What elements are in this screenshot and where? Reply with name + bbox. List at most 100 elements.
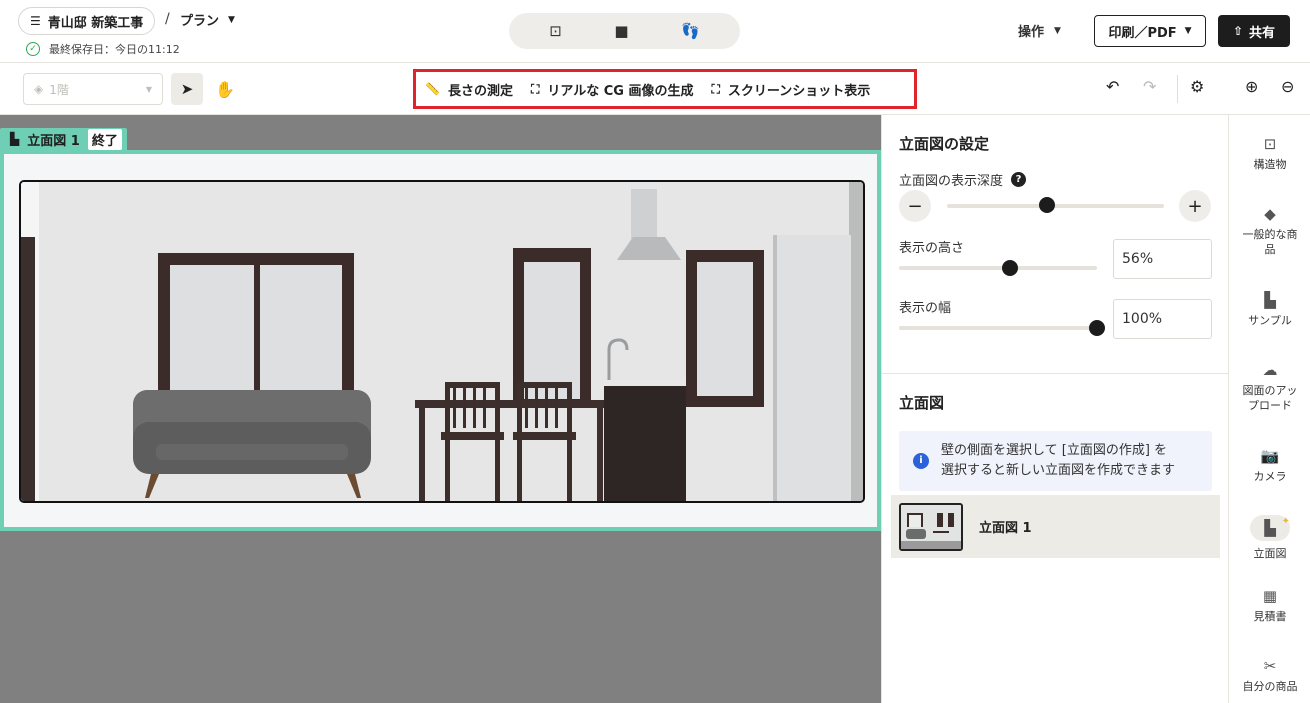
- breadcrumb-separator: /: [165, 11, 170, 27]
- elevation-thumbnail: [899, 502, 963, 551]
- zoom-out-icon[interactable]: ⊖: [1281, 77, 1294, 96]
- layers-icon: ◈: [34, 82, 44, 96]
- elevation-icon: ▙: [10, 132, 20, 146]
- menu-icon: ☰: [30, 14, 41, 28]
- elevation-tag-label: 立面図 1: [27, 133, 80, 149]
- hand-icon: ✋: [215, 79, 235, 99]
- chevron-down-icon: ▼: [145, 84, 152, 94]
- floor-select[interactable]: ◈ 1階 ▼: [23, 73, 163, 105]
- chevron-down-icon: ▼: [1184, 26, 1192, 36]
- plus-icon: +: [1187, 195, 1203, 217]
- info-icon: i: [913, 453, 929, 469]
- minus-icon: −: [907, 195, 923, 217]
- depth-slider-thumb[interactable]: [1038, 197, 1055, 213]
- panel-divider: [882, 373, 1229, 374]
- measure-button[interactable]: 📏 長さの測定: [425, 80, 513, 99]
- saved-text: 最終保存日：今日の11:12: [49, 43, 180, 56]
- rail-item-my-products[interactable]: ✂ 自分の商品: [1229, 659, 1310, 694]
- screenshot-label: スクリーンショット表示: [727, 83, 871, 99]
- check-circle-icon: ✓: [26, 42, 40, 56]
- height-value-field[interactable]: 56%: [1113, 239, 1212, 279]
- upload-cloud-icon: ☁: [1262, 361, 1278, 379]
- info-message: i 壁の側面を選択して [立面図の作成] を 選択すると新しい立面図を作成できま…: [899, 431, 1212, 491]
- plan-dropdown[interactable]: プラン ▼: [180, 10, 235, 29]
- cg-label: リアルな CG 画像の生成: [547, 83, 694, 99]
- project-menu-button[interactable]: ☰ 青山邸 新築工事: [18, 7, 156, 35]
- rail-item-structure[interactable]: ⊡ 構造物: [1229, 137, 1310, 172]
- ruler-icon: 📏: [425, 82, 440, 96]
- elevations-title: 立面図: [899, 394, 945, 412]
- height-slider-thumb[interactable]: [1001, 260, 1018, 276]
- elevation-illustration: [21, 182, 863, 501]
- select-tool-button[interactable]: ➤: [171, 73, 203, 105]
- generate-cg-button[interactable]: ⛶ リアルな CG 画像の生成: [531, 80, 694, 99]
- top-header: ☰ 青山邸 新築工事 / プラン ▼ ✓ 最終保存日：今日の11:12 ⊡ ■ …: [0, 0, 1310, 63]
- operations-dropdown[interactable]: 操作 ▼: [1018, 21, 1061, 40]
- share-button[interactable]: ⇧ 共有: [1218, 15, 1290, 47]
- width-slider-track[interactable]: [899, 326, 1097, 330]
- undo-icon[interactable]: ↶: [1106, 77, 1119, 96]
- height-label: 表示の高さ: [899, 241, 965, 256]
- camera-icon: 📷: [1260, 447, 1280, 465]
- render-frame-icon: ⛶: [530, 81, 540, 96]
- view-tools-group: 📏 長さの測定 ⛶ リアルな CG 画像の生成 ⛶ スクリーンショット表示: [413, 69, 917, 109]
- operations-label: 操作: [1018, 25, 1045, 40]
- rail-item-products[interactable]: ◆ 一般的な商品: [1229, 207, 1310, 257]
- height-slider-track[interactable]: [899, 266, 1097, 270]
- depth-label-row: 立面図の表示深度 ?: [899, 170, 1027, 189]
- rail-item-sample[interactable]: ▙ サンプル: [1229, 293, 1310, 328]
- elevation-view[interactable]: [0, 150, 881, 531]
- rail-label: 見積書: [1253, 610, 1287, 623]
- zoom-in-icon[interactable]: ⊕: [1245, 77, 1258, 96]
- pan-tool-button[interactable]: ✋: [209, 73, 241, 105]
- rail-label: 一般的な商品: [1242, 228, 1298, 256]
- elevation-item-name: 立面図 1: [979, 521, 1032, 536]
- rail-item-camera[interactable]: 📷 カメラ: [1229, 449, 1310, 484]
- width-value-field[interactable]: 100%: [1113, 299, 1212, 339]
- pointer-arrow-icon: ➤: [180, 80, 194, 98]
- walkthrough-footprints-icon[interactable]: 👣: [681, 22, 700, 40]
- plan-label: プラン: [180, 14, 220, 29]
- rail-label: 構造物: [1253, 158, 1287, 171]
- settings-title: 立面図の設定: [899, 135, 990, 153]
- view-mode-switch: ⊡ ■ 👣: [509, 13, 740, 49]
- rail-item-upload[interactable]: ☁ 図面のアップロード: [1229, 363, 1310, 413]
- floorplan-icon[interactable]: ⊡: [549, 22, 562, 40]
- print-pdf-button[interactable]: 印刷／PDF ▼: [1094, 15, 1206, 47]
- finish-button[interactable]: 終了: [87, 128, 122, 150]
- width-label: 表示の幅: [899, 301, 952, 316]
- depth-label: 立面図の表示深度: [899, 174, 1004, 189]
- depth-increase-button[interactable]: +: [1179, 190, 1211, 222]
- settings-gear-icon[interactable]: ⚙: [1190, 77, 1204, 96]
- structure-icon: ⊡: [1263, 135, 1277, 153]
- width-slider-thumb[interactable]: [1089, 320, 1105, 336]
- elevation-list-item[interactable]: 立面図 1: [891, 495, 1220, 558]
- screenshot-frame-icon: ⛶: [711, 81, 720, 96]
- share-label: 共有: [1249, 25, 1276, 41]
- chevron-down-icon: ▼: [1054, 25, 1061, 36]
- floor-label: 1階: [49, 82, 69, 97]
- print-label: 印刷／PDF: [1108, 25, 1177, 41]
- elevation-tag: ▙ 立面図 1 終了: [0, 128, 127, 150]
- help-icon[interactable]: ?: [1011, 172, 1027, 187]
- elevation-settings-panel: 立面図の設定 立面図の表示深度 ? − + 表示の高さ 56% 表示の幅 100…: [881, 115, 1229, 703]
- share-upload-icon: ⇧: [1232, 24, 1244, 38]
- sample-house-icon: ▙: [1264, 291, 1276, 309]
- toolbar-divider: [1177, 75, 1178, 103]
- products-icon: ◆: [1264, 205, 1276, 223]
- rail-label: 図面のアップロード: [1242, 384, 1298, 412]
- rail-label: カメラ: [1253, 470, 1287, 483]
- info-line-1: 壁の側面を選択して [立面図の作成] を: [941, 443, 1168, 458]
- screenshot-button[interactable]: ⛶ スクリーンショット表示: [712, 80, 871, 99]
- my-products-icon: ✂: [1263, 657, 1277, 675]
- redo-icon[interactable]: ↷: [1143, 77, 1156, 96]
- rail-label: 立面図: [1253, 547, 1287, 560]
- depth-slider-track[interactable]: [947, 204, 1164, 208]
- elevation-render: [19, 180, 865, 503]
- depth-decrease-button[interactable]: −: [899, 190, 931, 222]
- rail-item-elevation[interactable]: ▙ ✦ 立面図: [1229, 515, 1310, 561]
- elevation-icon: ▙ ✦: [1250, 515, 1290, 541]
- rail-item-estimate[interactable]: ▦ 見積書: [1229, 589, 1310, 624]
- 3d-box-icon[interactable]: ■: [614, 22, 628, 40]
- measure-label: 長さの測定: [447, 83, 513, 99]
